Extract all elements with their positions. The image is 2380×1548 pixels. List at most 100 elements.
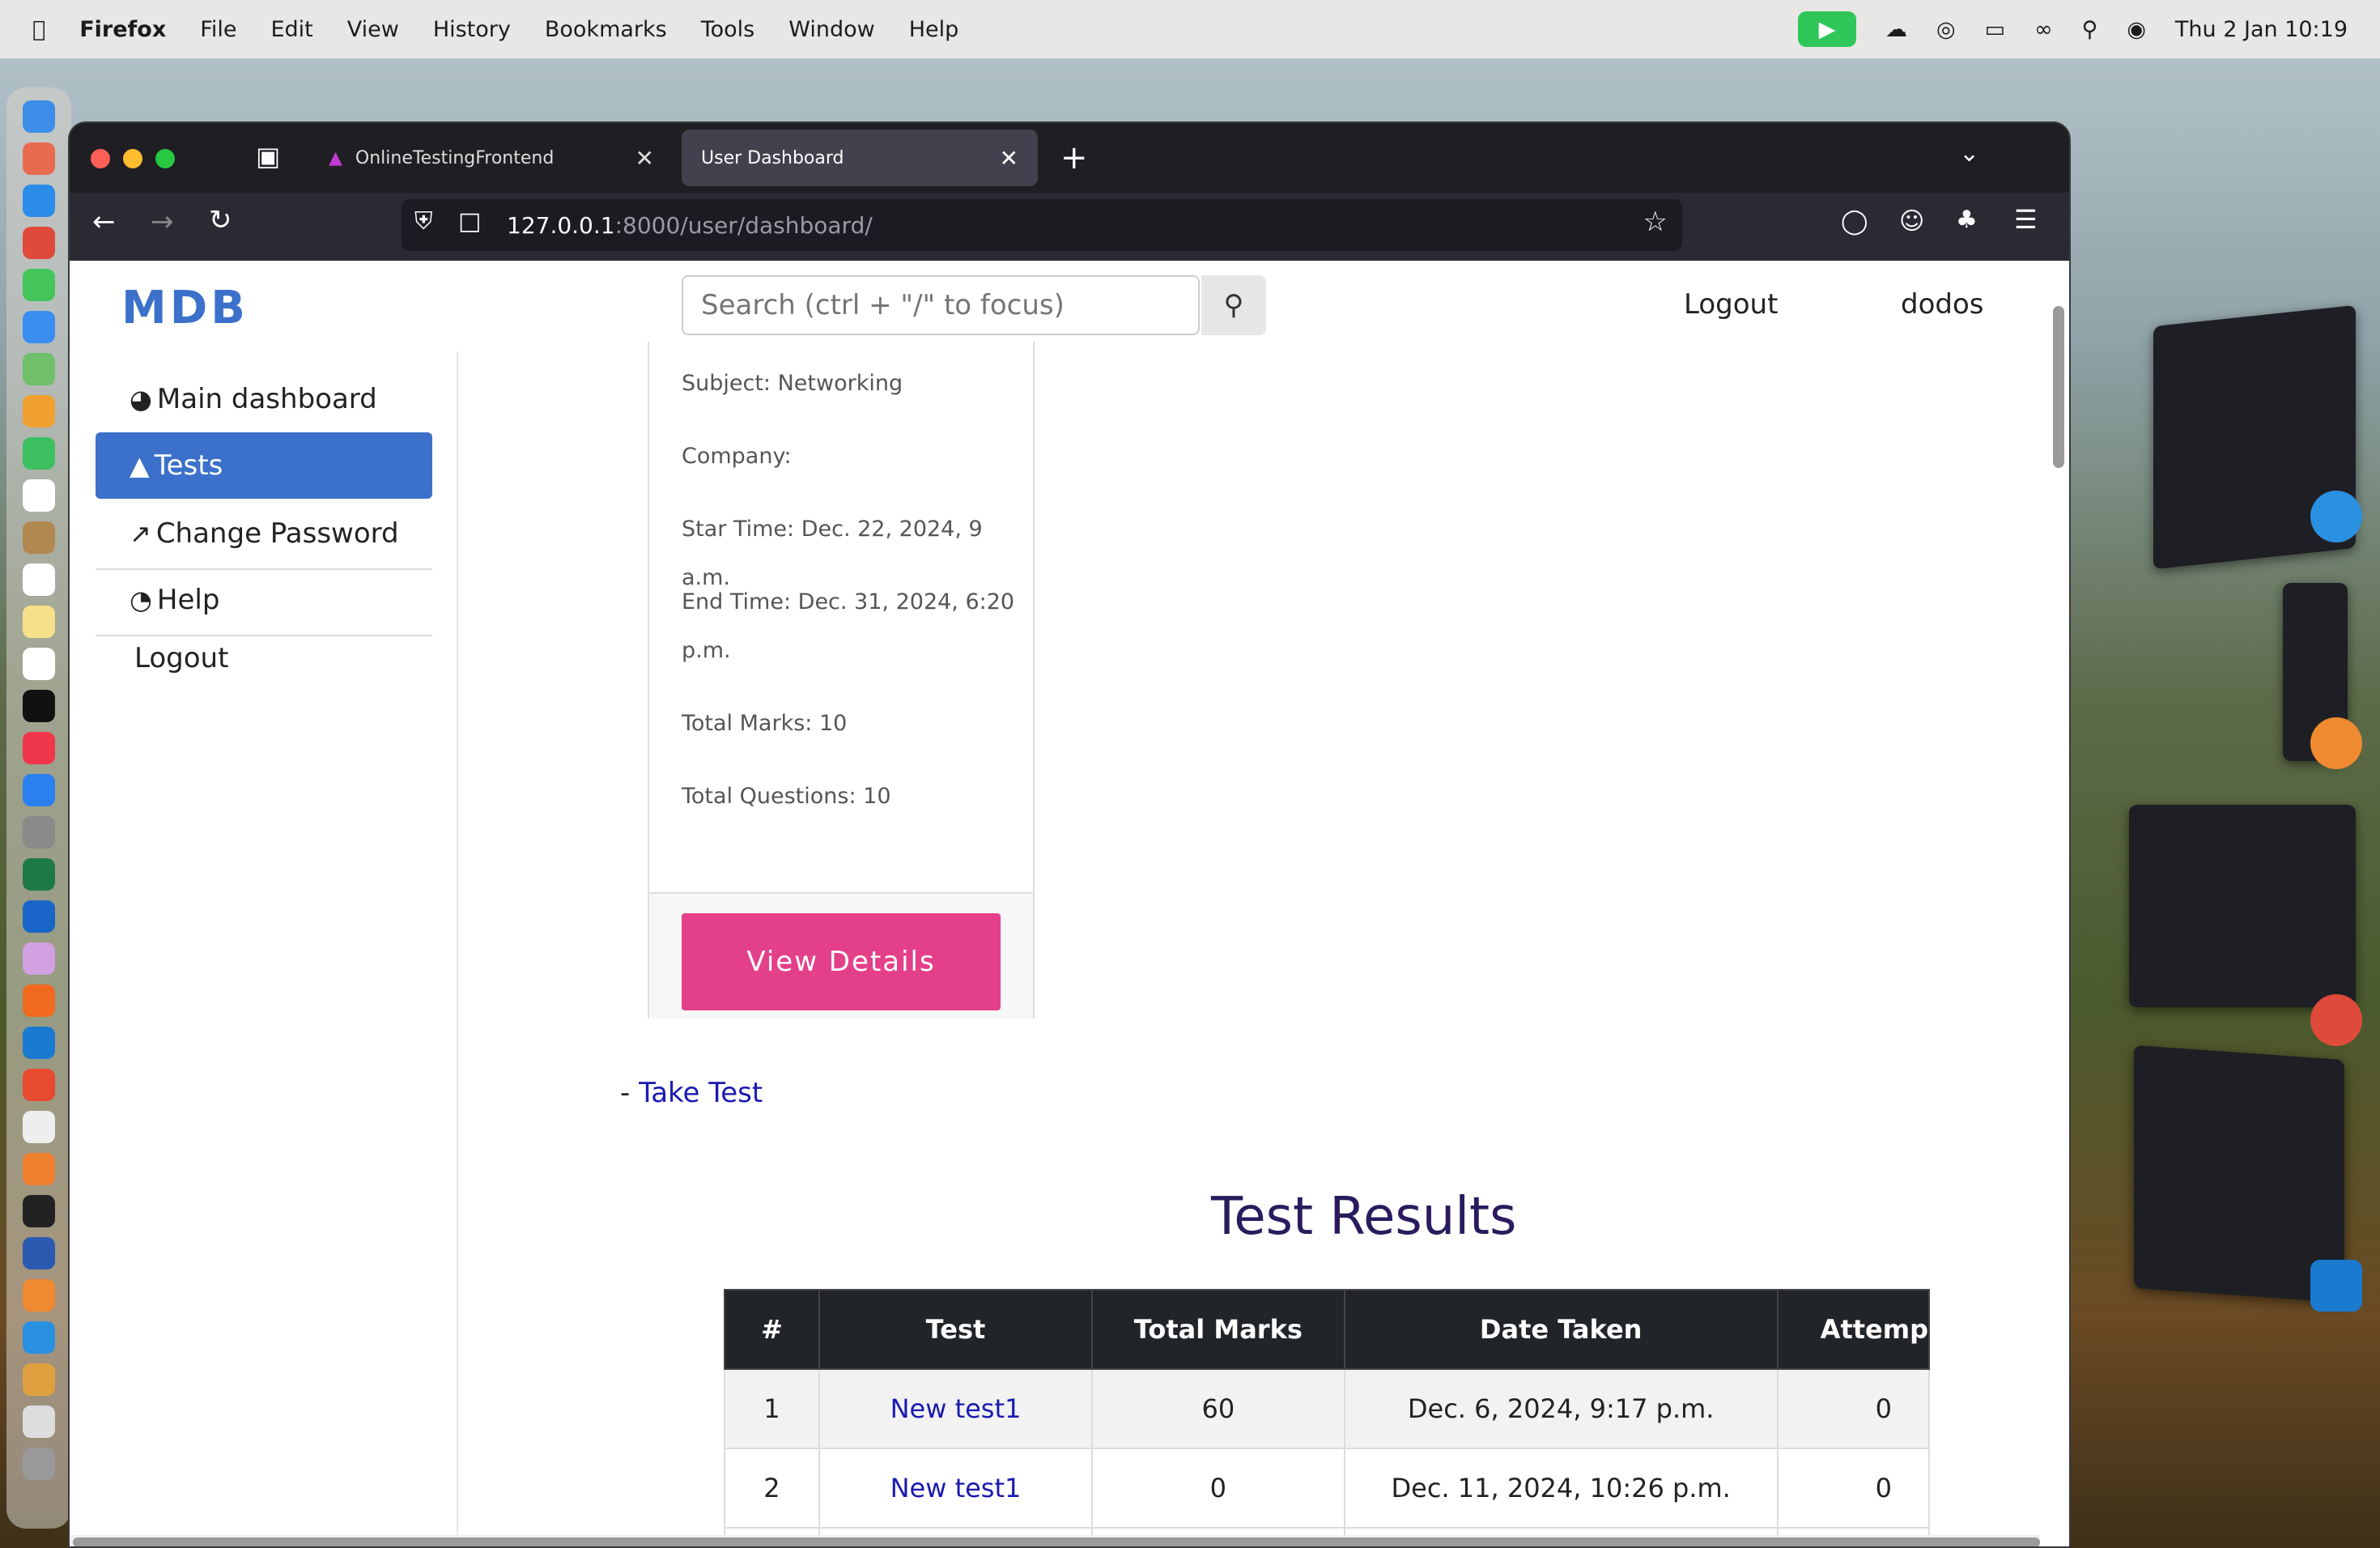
view-details-button[interactable]: View Details (682, 913, 1001, 1010)
sidebar-item-label: Main dashboard (156, 383, 377, 415)
nav-user-link[interactable]: dodos (1901, 288, 1983, 321)
extensions-icon[interactable]: ♣ (1956, 206, 1978, 234)
reload-icon[interactable]: ↻ (209, 204, 232, 236)
vscode-icon[interactable] (23, 1027, 55, 1059)
freeform-icon[interactable] (23, 648, 55, 680)
tab-online-testing[interactable]: ▲ OnlineTestingFrontend ✕ (309, 130, 674, 186)
menu-file[interactable]: File (200, 17, 236, 42)
photos-icon[interactable] (23, 395, 55, 427)
sidebar-item-help[interactable]: ◔ Help (96, 567, 432, 633)
close-tab-icon[interactable]: ✕ (1000, 145, 1018, 172)
search-button[interactable]: ⚲ (1201, 275, 1266, 335)
nav-logout-link[interactable]: Logout (1684, 288, 1778, 321)
menu-bookmarks[interactable]: Bookmarks (545, 17, 667, 42)
menu-help[interactable]: Help (909, 17, 959, 42)
trash-icon[interactable] (23, 1448, 55, 1480)
new-tab-icon[interactable]: + (1060, 139, 1088, 176)
menu-view[interactable]: View (347, 17, 399, 42)
shield-icon[interactable]: ⛨ (414, 207, 433, 236)
vpn-icon[interactable] (23, 1279, 55, 1312)
close-window-icon[interactable] (91, 149, 110, 168)
textedit-icon[interactable] (23, 1111, 55, 1143)
search-icon: ⚲ (1223, 290, 1244, 321)
chrome-icon[interactable] (23, 227, 55, 259)
url-bar[interactable]: ⛨ □ 127.0.0.1:8000/user/dashboard/ ☆ (402, 199, 1682, 251)
notes-icon[interactable] (23, 606, 55, 638)
site-logo[interactable]: MDB (121, 282, 249, 334)
sidebar-item-label: Tests (154, 449, 223, 482)
list-tabs-icon[interactable]: ⌄ (1959, 139, 1979, 168)
sidebar-item-tests[interactable]: ▲ Tests (96, 432, 432, 499)
archive-icon[interactable] (23, 1406, 55, 1438)
system-settings-icon[interactable] (23, 816, 55, 848)
tab-user-dashboard[interactable]: User Dashboard ✕ (682, 130, 1038, 186)
sidebar-item-main-dashboard[interactable]: ◕ Main dashboard (96, 366, 432, 432)
test-link[interactable]: New test1 (890, 1393, 1022, 1424)
tab-overview-icon[interactable]: ▣ (256, 141, 280, 172)
app-store-icon[interactable] (23, 774, 55, 806)
spotlight-search-icon[interactable]: ⚲ (2082, 17, 2098, 42)
menu-window[interactable]: Window (788, 17, 874, 42)
menu-hamburger-icon[interactable]: ☰ (2014, 204, 2038, 235)
airplay-icon[interactable]: ◎ (1936, 17, 1956, 42)
card-total-marks: Total Marks: 10 (682, 711, 848, 736)
tab-label: OnlineTestingFrontend (355, 147, 555, 168)
vscode-app-icon[interactable] (2310, 1260, 2362, 1312)
excel-icon[interactable] (23, 858, 55, 891)
menubar-clock[interactable]: Thu 2 Jan 10:19 (2175, 17, 2348, 42)
tv-icon[interactable] (23, 690, 55, 722)
horizontal-scroll-thumb[interactable] (73, 1537, 2040, 1546)
terminal-icon[interactable] (23, 1195, 55, 1227)
take-test-link[interactable]: Take Test (639, 1077, 763, 1109)
finder-icon[interactable] (23, 100, 55, 133)
forward-icon[interactable]: → (151, 206, 174, 238)
slack-icon[interactable] (23, 1363, 55, 1396)
safari-icon[interactable] (23, 185, 55, 217)
search-input[interactable] (682, 275, 1200, 335)
docker-app-icon[interactable] (2310, 491, 2362, 542)
cloud-icon[interactable]: ☁ (1885, 17, 1907, 42)
zoom-window-icon[interactable] (155, 149, 175, 168)
card-end-time-cont: p.m. (682, 638, 731, 663)
pocket-icon[interactable]: ◯ (1841, 207, 1868, 236)
vertical-scrollbar[interactable] (2053, 306, 2064, 468)
bookmark-star-icon[interactable]: ☆ (1643, 206, 1668, 238)
menu-app-name[interactable]: Firefox (79, 17, 166, 42)
maps-icon[interactable] (23, 353, 55, 385)
control-center-icon[interactable]: ◉ (2127, 17, 2146, 42)
test-link[interactable]: New test1 (890, 1473, 1022, 1503)
minimize-window-icon[interactable] (123, 149, 142, 168)
sidebar-item-logout[interactable]: Logout (96, 625, 432, 691)
link-icon[interactable]: ∞ (2034, 17, 2053, 42)
close-tab-icon[interactable]: ✕ (635, 145, 654, 172)
calendar-icon[interactable] (23, 479, 55, 512)
vpn-app-icon[interactable] (2310, 717, 2362, 769)
mail-icon[interactable] (23, 311, 55, 343)
chrome-app-icon[interactable] (2310, 994, 2362, 1046)
facetime-dock-icon[interactable] (23, 437, 55, 470)
git-icon[interactable] (23, 1069, 55, 1101)
outlook-icon[interactable] (23, 900, 55, 933)
apple-icon[interactable]:  (32, 17, 45, 42)
facetime-icon[interactable]: ▶ (1798, 11, 1856, 47)
sidebar-item-change-password[interactable]: ↗ Change Password (96, 500, 432, 567)
firefox-icon[interactable] (23, 985, 55, 1017)
colorful-app-icon[interactable] (23, 942, 55, 975)
menu-tools[interactable]: Tools (701, 17, 755, 42)
music-icon[interactable] (23, 732, 55, 764)
page-icon[interactable]: □ (458, 207, 481, 236)
back-icon[interactable]: ← (92, 206, 116, 238)
reminders-icon[interactable] (23, 563, 55, 596)
launchpad-icon[interactable] (23, 142, 55, 175)
notes-brown-icon[interactable] (23, 521, 55, 554)
menu-history[interactable]: History (433, 17, 511, 42)
account-icon[interactable]: ☺ (1899, 207, 1924, 236)
pen-app-icon[interactable] (23, 1153, 55, 1185)
docker-icon[interactable] (23, 1321, 55, 1354)
horizontal-scrollbar[interactable] (70, 1535, 2040, 1546)
word-icon[interactable] (23, 1237, 55, 1269)
messages-icon[interactable] (23, 269, 55, 301)
menu-edit[interactable]: Edit (270, 17, 312, 42)
battery-icon[interactable]: ▭ (1985, 17, 2006, 42)
stage-window-thumbnail[interactable] (2129, 805, 2356, 1007)
